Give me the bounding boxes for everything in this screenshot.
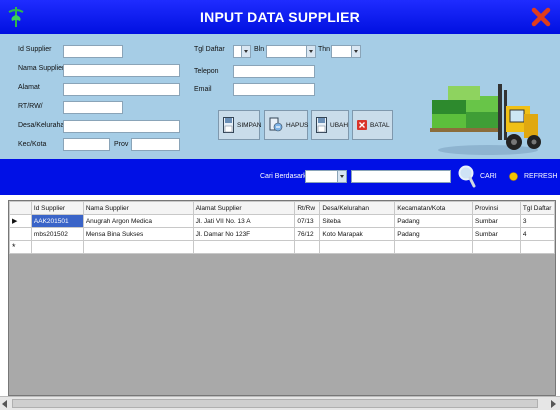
column-header[interactable]: Alamat Supplier	[192, 201, 296, 215]
alamat-input[interactable]	[63, 83, 180, 96]
label-thn: Thn	[318, 46, 331, 53]
cari-button[interactable]: CARI	[480, 173, 497, 180]
table-cell[interactable]: 07/13	[294, 214, 321, 228]
kec-kota-input[interactable]	[63, 138, 110, 151]
table-cell[interactable]	[472, 240, 521, 254]
search-input[interactable]	[351, 170, 451, 183]
column-header[interactable]: Tgl Daftar	[519, 201, 555, 215]
table-cell[interactable]: Padang	[394, 214, 474, 228]
table-cell[interactable]: Siteba	[319, 214, 396, 228]
table-cell[interactable]: Jl. Damar No 123F	[192, 227, 296, 241]
email-input[interactable]	[233, 83, 315, 96]
refresh-icon[interactable]	[509, 172, 518, 181]
label-rt-rw: RT/RW/	[18, 103, 43, 110]
ubah-label: UBAH	[330, 121, 349, 129]
table-cell[interactable]: 3	[519, 214, 555, 228]
label-telepon: Telepon	[194, 68, 219, 75]
column-header[interactable]: Rt/Rw	[294, 201, 321, 215]
search-bar: Cari Berdasarkan CARI REFRESH	[0, 159, 560, 195]
label-desa-kelurahan: Desa/Kelurahan	[18, 122, 69, 129]
horizontal-scrollbar[interactable]	[0, 396, 560, 410]
table-row[interactable]: ▶ AAK201501 Anugrah Argon Medica Jl. Jat…	[9, 214, 555, 228]
column-header[interactable]: Nama Supplier	[82, 201, 194, 215]
table-cell[interactable]: Anugrah Argon Medica	[82, 214, 194, 228]
window-title: INPUT DATA SUPPLIER	[200, 9, 360, 25]
table-row[interactable]: mbs201502 Mensa Bina Sukses Jl. Damar No…	[9, 227, 555, 241]
label-bln: Bln	[254, 46, 265, 53]
telepon-input[interactable]	[233, 65, 315, 78]
edit-disk-icon	[316, 117, 327, 133]
label-email: Email	[194, 86, 212, 93]
scroll-right-icon[interactable]	[551, 400, 557, 408]
column-header[interactable]: Desa/Kelurahan	[319, 201, 396, 215]
column-header[interactable]: Id Supplier	[30, 201, 84, 215]
row-header-corner	[9, 201, 32, 215]
batal-button[interactable]: BATAL	[352, 110, 393, 140]
label-nama-supplier: Nama Supplier	[18, 65, 65, 72]
new-row-asterisk-icon: *	[9, 240, 32, 254]
cancel-icon	[357, 120, 367, 130]
new-row[interactable]: *	[9, 240, 555, 254]
hapus-label: HAPUS	[286, 121, 309, 129]
rt-rw-input[interactable]	[63, 101, 123, 114]
chevron-down-icon	[241, 46, 250, 57]
table-cell[interactable]	[82, 240, 194, 254]
ubah-button[interactable]: UBAH	[311, 110, 349, 140]
save-disk-icon	[223, 117, 234, 133]
hapus-button[interactable]: HAPUS	[264, 110, 308, 140]
scroll-left-icon[interactable]	[2, 400, 8, 408]
row-pointer-icon: ▶	[9, 214, 32, 228]
table-cell[interactable]	[319, 240, 396, 254]
label-alamat: Alamat	[18, 84, 40, 91]
simpan-button[interactable]: SIMPAN	[218, 110, 262, 140]
title-bar: INPUT DATA SUPPLIER	[0, 0, 560, 34]
forklift-image	[430, 84, 541, 155]
label-id-supplier: Id Supplier	[18, 46, 52, 53]
magnifier-icon[interactable]	[458, 165, 476, 189]
column-header[interactable]: Kecamatan/Kota	[394, 201, 474, 215]
table-cell[interactable]: Mensa Bina Sukses	[82, 227, 194, 241]
table-cell[interactable]: Sumbar	[472, 227, 521, 241]
prov-input[interactable]	[131, 138, 180, 151]
supplier-table[interactable]: Id Supplier Nama Supplier Alamat Supplie…	[8, 200, 556, 396]
table-cell[interactable]: mbs201502	[30, 227, 84, 241]
form-panel: Id Supplier Nama Supplier Alamat RT/RW/ …	[0, 34, 560, 159]
search-field-select[interactable]	[305, 170, 347, 183]
chevron-down-icon	[351, 46, 360, 57]
table-cell[interactable]	[519, 240, 555, 254]
delete-icon	[269, 117, 283, 132]
table-cell[interactable]: Jl. Jati VII No. 13 A	[192, 214, 296, 228]
label-kec-kota: Kec/Kota	[18, 141, 47, 148]
table-cell[interactable]	[192, 240, 296, 254]
nama-supplier-input[interactable]	[63, 64, 180, 77]
table-cell[interactable]	[294, 240, 321, 254]
table-cell[interactable]: Padang	[394, 227, 474, 241]
table-cell[interactable]	[30, 240, 84, 254]
batal-label: BATAL	[370, 121, 390, 129]
row-header-cell	[9, 227, 32, 241]
table-cell[interactable]: Koto Marapak	[319, 227, 396, 241]
table-cell[interactable]	[394, 240, 474, 254]
chevron-down-icon	[337, 171, 346, 182]
simpan-label: SIMPAN	[237, 121, 262, 129]
desa-kelurahan-input[interactable]	[63, 120, 180, 133]
id-supplier-input[interactable]	[63, 45, 123, 58]
chevron-down-icon	[306, 46, 315, 57]
thn-select[interactable]	[331, 45, 361, 58]
table-cell[interactable]: 4	[519, 227, 555, 241]
table-header-row: Id Supplier Nama Supplier Alamat Supplie…	[9, 201, 555, 215]
column-header[interactable]: Provinsi	[472, 201, 521, 215]
table-cell[interactable]: AAK201501	[30, 214, 84, 228]
refresh-button[interactable]: REFRESH	[524, 173, 557, 180]
table-cell[interactable]: 76/12	[294, 227, 321, 241]
label-prov: Prov	[114, 141, 129, 148]
scrollbar-thumb[interactable]	[12, 399, 538, 408]
label-tgl-daftar: Tgl Daftar	[194, 46, 225, 53]
tgl-select[interactable]	[233, 45, 251, 58]
bln-select[interactable]	[266, 45, 316, 58]
close-icon[interactable]	[530, 6, 552, 28]
table-cell[interactable]: Sumbar	[472, 214, 521, 228]
